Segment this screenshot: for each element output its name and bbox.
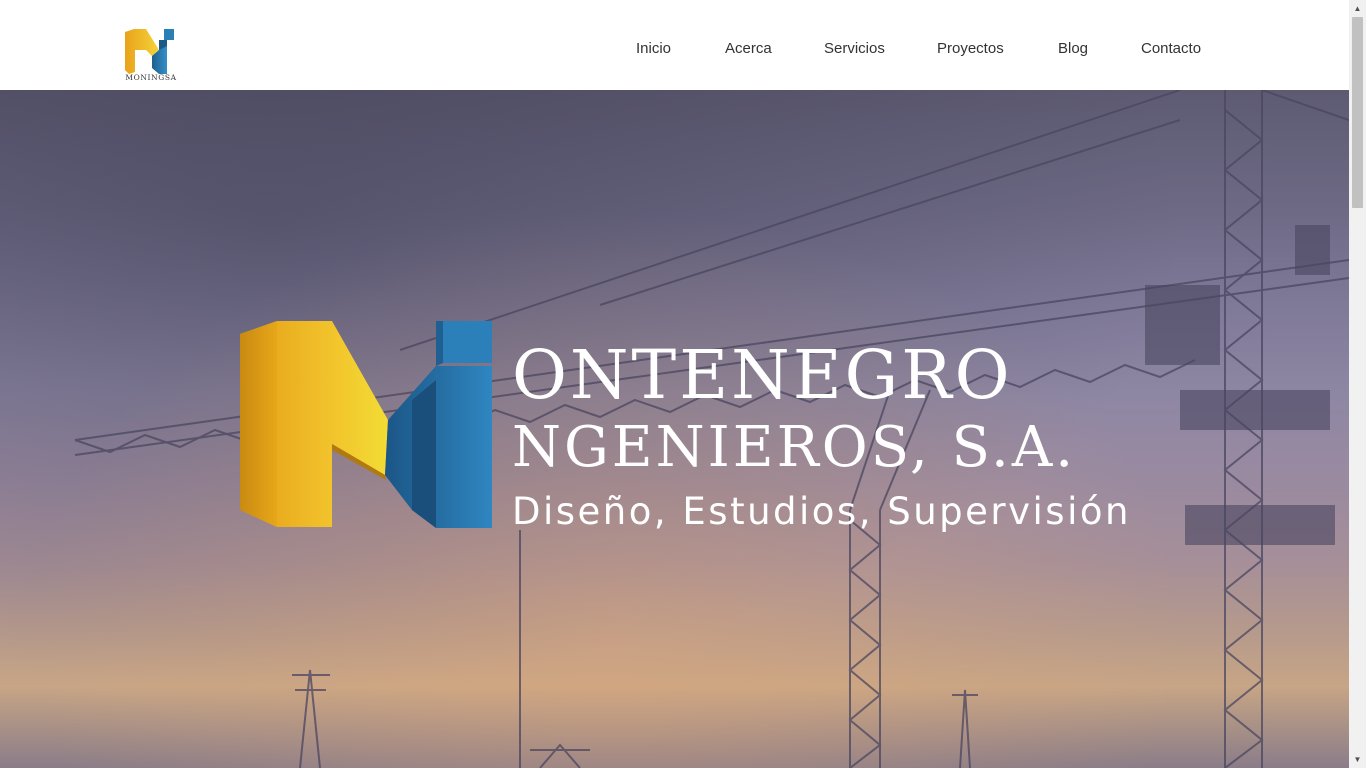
page-scrollbar[interactable]: ▲ ▼ [1349, 0, 1366, 768]
nav-item-proyectos[interactable]: Proyectos [937, 40, 1004, 57]
nav-item-acerca[interactable]: Acerca [725, 40, 772, 57]
site-header: MONINGSA Inicio Acerca Servicios Proyect… [0, 0, 1349, 90]
triangle-down-icon[interactable]: ▼ [1349, 751, 1366, 768]
nav-item-servicios[interactable]: Servicios [824, 40, 885, 57]
company-logo-large-icon [240, 321, 492, 528]
triangle-up-icon[interactable]: ▲ [1349, 0, 1366, 17]
mi-logo-icon [125, 29, 174, 74]
hero-banner: ONTENEGRO NGENIEROS, S.A. Diseño, Estudi… [0, 90, 1349, 768]
scrollbar-thumb[interactable] [1352, 17, 1363, 208]
brand-name-line-1: ONTENEGRO [512, 336, 1013, 414]
logo-wordmark: MONINGSA [125, 73, 177, 82]
nav-item-contacto[interactable]: Contacto [1141, 40, 1201, 57]
brand-name-line-2: NGENIEROS, S.A. [512, 415, 1077, 480]
nav-item-inicio[interactable]: Inicio [636, 40, 671, 57]
nav-item-blog[interactable]: Blog [1058, 40, 1088, 57]
site-logo[interactable]: MONINGSA [124, 28, 178, 84]
brand-tagline: Diseño, Estudios, Supervisión [512, 490, 1131, 533]
